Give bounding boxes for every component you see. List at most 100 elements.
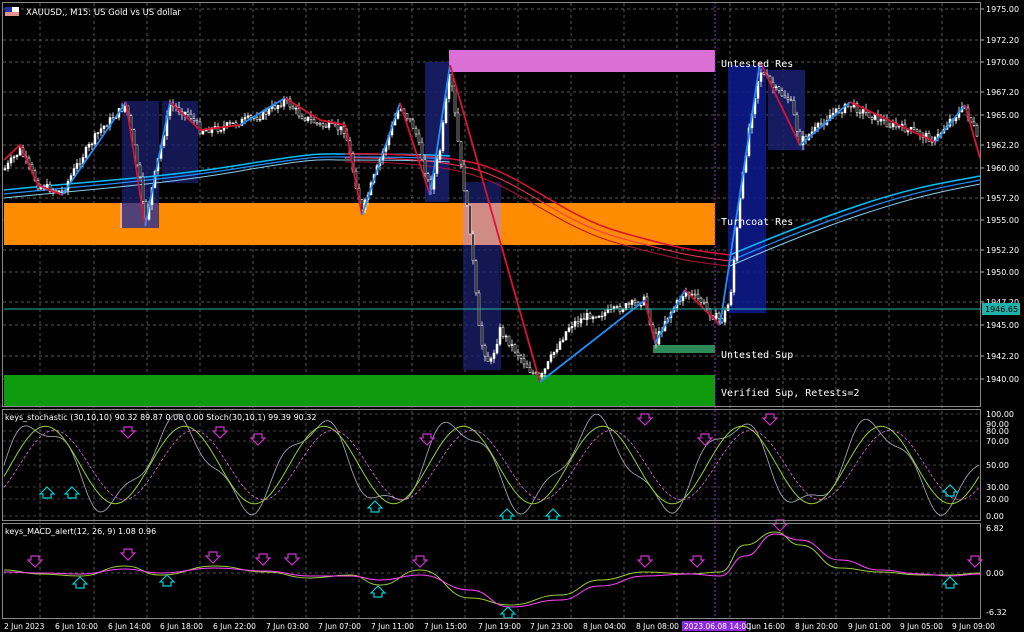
candle-body — [471, 233, 475, 262]
candle-body — [87, 143, 91, 148]
candle-body — [219, 130, 223, 132]
candle-body — [105, 125, 109, 128]
candle-body — [570, 326, 574, 329]
time-label: 8 Jun 08:00 — [636, 622, 679, 631]
time-label: 7 Jun 07:00 — [318, 622, 361, 631]
candle-body — [273, 105, 277, 110]
candle-body — [132, 129, 136, 146]
candle-body — [792, 100, 796, 116]
candle-body — [72, 168, 76, 176]
time-label: 9 Jun 01:00 — [848, 622, 891, 631]
candle-body — [975, 124, 979, 137]
candle-body — [885, 119, 889, 128]
macd-tick-label: 6.82 — [986, 524, 1004, 533]
candle-body — [726, 304, 730, 312]
macd-title: keys_MACD_alert(12, 26, 9) 1.08 0.96 — [5, 527, 156, 536]
candle-body — [279, 104, 283, 107]
candle-body — [639, 304, 643, 307]
chart-window[interactable]: Untested Res Turncoat Res Untested Sup V… — [0, 0, 1024, 632]
candle-body — [327, 122, 331, 128]
candle-body — [630, 300, 634, 305]
candle-body — [246, 115, 250, 118]
candle-body — [312, 119, 316, 124]
price-tick-label: 1955.00 — [986, 216, 1019, 225]
current-price-value: 1946.65 — [985, 305, 1018, 314]
candle-body — [57, 190, 61, 192]
candle-body — [558, 341, 562, 350]
candle-body — [612, 306, 616, 309]
price-tick-label: 1967.20 — [986, 88, 1019, 97]
candle-body — [879, 119, 883, 122]
candle-body — [6, 162, 10, 169]
candle-body — [198, 121, 202, 135]
candle-body — [861, 109, 865, 114]
time-label: 7 Jun 03:00 — [266, 622, 309, 631]
candle-body — [12, 156, 16, 159]
macd-tick-label: -6.32 — [986, 608, 1007, 617]
candle-body — [777, 86, 781, 91]
stochastic-tick-label: 80.00 — [986, 427, 1009, 436]
candle-body — [186, 111, 190, 115]
candle-body — [321, 123, 325, 127]
verified-support-zone — [4, 375, 715, 407]
price-axis[interactable]: 1975.00 1972.20 1970.00 1967.20 1965.00 1962.… — [980, 5, 1019, 384]
candle-body — [138, 164, 142, 178]
candle-body — [456, 112, 460, 142]
candle-body — [816, 122, 820, 128]
time-label: 6 Jun 14:00 — [108, 622, 151, 631]
time-label: 6 Jun 10:00 — [55, 622, 98, 631]
candle-body — [300, 115, 304, 120]
candle-body — [552, 351, 556, 356]
candle-body — [870, 117, 874, 120]
candle-body — [693, 293, 697, 296]
candle-body — [282, 99, 286, 107]
candle-body — [93, 133, 97, 145]
candle-body — [504, 335, 508, 338]
candle-body — [528, 367, 532, 373]
chart-title: XAUUSD,, M15: US Gold vs US dollar — [26, 8, 181, 18]
candle-body — [15, 154, 19, 158]
candle-body — [564, 331, 568, 341]
time-label: 9 Jun 05:00 — [900, 622, 943, 631]
candle-body — [435, 159, 439, 174]
stochastic-tick-label: 0.00 — [986, 512, 1004, 521]
candle-body — [603, 312, 607, 317]
candle-body — [498, 327, 502, 345]
candle-body — [99, 128, 103, 133]
candle-body — [60, 190, 64, 192]
candle-body — [702, 301, 706, 304]
stochastic-title: keys_stochastic (30,10,10) 90.32 89.87 0… — [5, 413, 316, 422]
candle-body — [483, 345, 487, 357]
candle-body — [423, 159, 427, 174]
candle-body — [567, 327, 571, 332]
time-label: 7 Jun 23:00 — [530, 622, 573, 631]
candle-body — [699, 297, 703, 303]
candle-body — [201, 130, 205, 135]
highlight-box — [425, 62, 449, 202]
untested-support-zone — [653, 345, 715, 353]
candle-body — [531, 372, 535, 374]
candle-body — [717, 312, 721, 319]
candle-body — [495, 343, 499, 354]
stochastic-tick-label: 50.00 — [986, 461, 1009, 470]
candle-body — [462, 163, 466, 192]
candle-body — [501, 327, 505, 337]
candle-body — [546, 361, 550, 369]
candle-body — [795, 114, 799, 132]
candle-body — [315, 122, 319, 125]
candle-body — [540, 373, 544, 378]
candle-body — [582, 318, 586, 320]
current-price-badge: 1946.65 — [982, 303, 1020, 315]
candle-body — [576, 321, 580, 324]
candle-body — [909, 126, 913, 130]
candle-body — [189, 114, 193, 119]
candle-body — [255, 117, 259, 120]
candle-body — [831, 112, 835, 116]
candle-body — [519, 355, 523, 359]
candle-body — [606, 308, 610, 313]
candle-body — [465, 190, 469, 206]
candle-body — [267, 108, 271, 115]
price-tick-label: 1950.00 — [986, 268, 1019, 277]
candle-body — [840, 112, 844, 114]
stochastic-tick-label: 100.00 — [986, 410, 1014, 419]
